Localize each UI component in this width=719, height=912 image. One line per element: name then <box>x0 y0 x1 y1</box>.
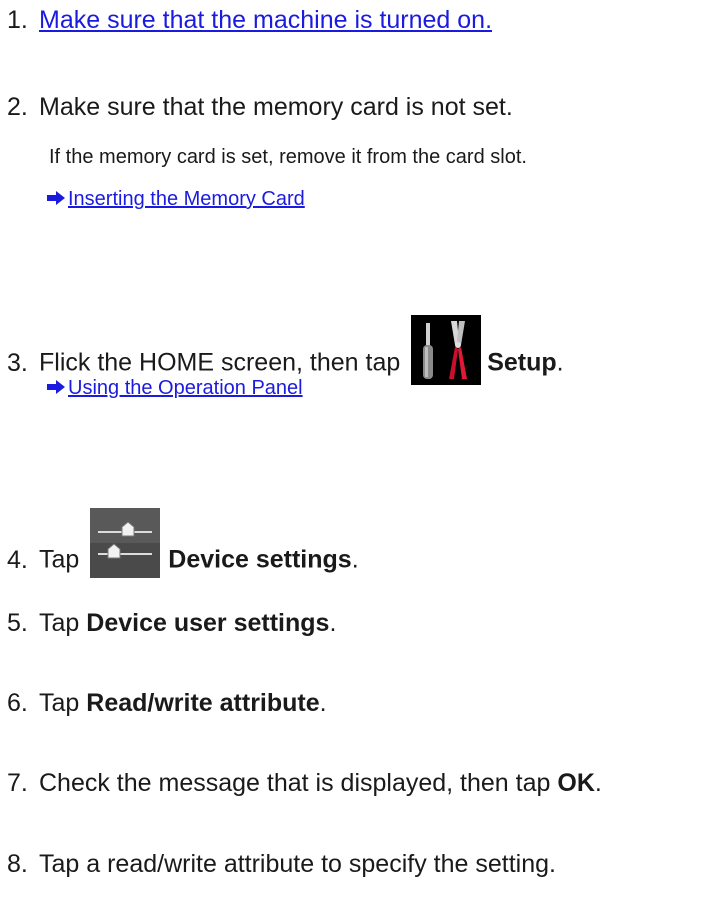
step-5: 5. Tap Device user settings. <box>7 608 719 638</box>
step-text-end: . <box>556 348 564 377</box>
read-write-attribute-label: Read/write attribute <box>86 689 320 717</box>
step-number: 1. <box>7 6 28 34</box>
step-number: 7. <box>7 769 28 797</box>
step-text-end: . <box>351 545 359 574</box>
step-text-end: . <box>319 689 327 717</box>
right-arrow-icon <box>47 379 65 394</box>
step-7: 7. Check the message that is displayed, t… <box>7 768 719 798</box>
step-4: 4. Tap Device settings. <box>7 508 719 596</box>
step-text: Tap <box>39 689 80 717</box>
step-2-note: If the memory card is set, remove it fro… <box>49 146 527 168</box>
machine-turned-on-link[interactable]: Make sure that the machine is turned on. <box>39 6 492 34</box>
step-2: 2. Make sure that the memory card is not … <box>7 92 719 122</box>
step-text: Tap a read/write attribute to specify th… <box>39 850 556 878</box>
step-number: 6. <box>7 689 28 717</box>
ok-label: OK <box>557 769 595 797</box>
device-settings-label: Device settings <box>168 545 352 574</box>
device-settings-sliders-icon <box>90 508 161 578</box>
step-2-reference: Inserting the Memory Card <box>47 187 305 211</box>
setup-tools-icon <box>411 315 482 385</box>
step-number: 2. <box>7 93 28 121</box>
right-arrow-icon <box>47 190 65 205</box>
inserting-memory-card-link[interactable]: Inserting the Memory Card <box>68 188 305 210</box>
step-text: Check the message that is displayed, the… <box>39 769 551 797</box>
using-operation-panel-link[interactable]: Using the Operation Panel <box>68 377 303 399</box>
step-text: Flick the HOME screen, then tap <box>39 348 401 377</box>
step-text: Tap <box>39 609 80 637</box>
step-1: 1. Make sure that the machine is turned o… <box>7 5 719 35</box>
step-number: 8. <box>7 850 28 878</box>
step-text: Make sure that the memory card is not se… <box>39 93 513 121</box>
step-text-end: . <box>329 609 337 637</box>
step-6: 6. Tap Read/write attribute. <box>7 688 719 718</box>
step-number: 5. <box>7 609 28 637</box>
step-text-end: . <box>594 769 602 797</box>
step-number: 3. <box>7 348 28 377</box>
step-3-reference: Using the Operation Panel <box>47 376 303 400</box>
step-text: Tap <box>39 545 80 574</box>
setup-label: Setup <box>487 348 557 377</box>
device-user-settings-label: Device user settings <box>86 609 330 637</box>
step-number: 4. <box>7 545 28 574</box>
step-8: 8. Tap a read/write attribute to specify … <box>7 849 719 879</box>
